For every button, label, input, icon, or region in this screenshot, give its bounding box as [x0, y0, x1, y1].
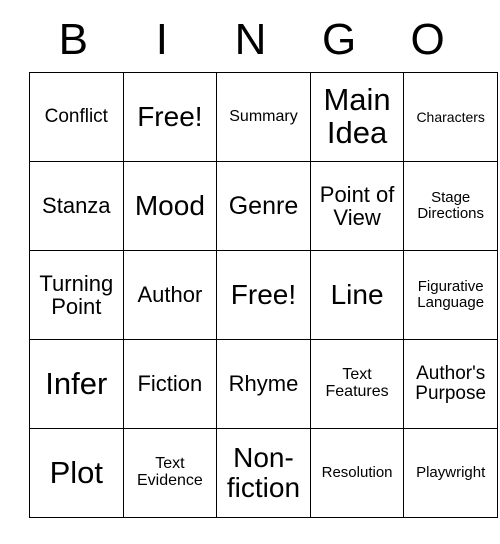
bingo-header-letter-n: N	[234, 15, 267, 64]
bingo-cell[interactable]: Fiction	[122, 339, 218, 429]
bingo-cell[interactable]: Author's Purpose	[403, 339, 498, 429]
bingo-cell[interactable]: Main Idea	[309, 72, 405, 162]
bingo-cell[interactable]: Free!	[122, 72, 218, 162]
bingo-cell[interactable]: Line	[309, 250, 405, 340]
bingo-header-letter-g: G	[321, 15, 357, 64]
bingo-cell[interactable]: Turning Point	[29, 250, 124, 340]
bingo-cell[interactable]: Text Evidence	[122, 428, 218, 518]
bingo-card: BINGO Conflict Free! Summary Main Idea Chara…	[29, 0, 498, 518]
bingo-cell[interactable]: Infer	[29, 339, 124, 429]
bingo-cell[interactable]: Point of View	[309, 161, 405, 251]
bingo-cell[interactable]: Author	[122, 250, 218, 340]
bingo-row: Plot Text Evidence Non-fiction Resolution Pl…	[29, 428, 498, 518]
bingo-header-letter-i: I	[155, 15, 168, 64]
bingo-row: Turning Point Author Free! Line Figurative L…	[29, 250, 498, 340]
bingo-header-letter-o: O	[410, 15, 445, 64]
bingo-cell[interactable]: Stage Directions	[403, 161, 498, 251]
bingo-cell[interactable]: Rhyme	[216, 339, 311, 429]
bingo-cell[interactable]: Figurative Language	[403, 250, 498, 340]
bingo-cell[interactable]: Non-fiction	[216, 428, 311, 518]
bingo-row: Infer Fiction Rhyme Text Features Author's P…	[29, 339, 498, 429]
bingo-header: BINGO	[29, 0, 472, 72]
bingo-cell[interactable]: Mood	[122, 161, 218, 251]
bingo-cell[interactable]: Conflict	[29, 72, 124, 162]
bingo-cell[interactable]: Stanza	[29, 161, 124, 251]
bingo-cell[interactable]: Plot	[29, 428, 124, 518]
bingo-row: Conflict Free! Summary Main Idea Characters	[29, 72, 498, 162]
bingo-cell[interactable]: Genre	[216, 161, 311, 251]
bingo-cell[interactable]: Text Features	[309, 339, 405, 429]
bingo-cell[interactable]: Playwright	[403, 428, 498, 518]
bingo-cell[interactable]: Free!	[216, 250, 311, 340]
bingo-grid: Conflict Free! Summary Main Idea Characters S…	[29, 72, 498, 518]
bingo-cell[interactable]: Summary	[216, 72, 311, 162]
bingo-cell[interactable]: Resolution	[309, 428, 405, 518]
bingo-cell[interactable]: Characters	[403, 72, 498, 162]
bingo-header-letter-b: B	[58, 15, 88, 64]
bingo-row: Stanza Mood Genre Point of View Stage Direct…	[29, 161, 498, 251]
